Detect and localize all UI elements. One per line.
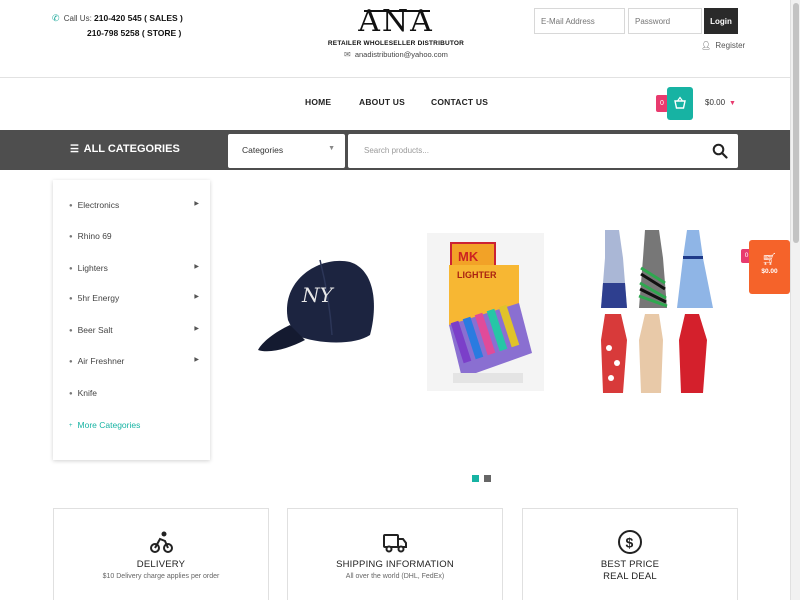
- delivery-icon: [150, 531, 173, 553]
- plus-icon: +: [69, 423, 73, 429]
- sidebar-item-rhino-69[interactable]: ● Rhino 69: [69, 231, 201, 247]
- product-image-lighters[interactable]: MK LIGHTER: [427, 233, 544, 391]
- search-input[interactable]: Search products...: [364, 146, 429, 155]
- feature-best-price: $ BEST PRICE REAL DEAL: [522, 508, 738, 600]
- user-icon: 👤︎: [701, 41, 712, 50]
- contact-phones: ✆ Call Us: 210-420 545 ( SALES ) 210-798…: [52, 11, 183, 41]
- product-image-cap[interactable]: NY: [250, 250, 380, 365]
- phone-icon: ✆: [52, 13, 60, 23]
- search-box[interactable]: Search products...: [348, 134, 738, 168]
- bullet-icon: ●: [69, 391, 73, 397]
- truck-icon: [383, 534, 407, 553]
- login-button[interactable]: Login: [704, 8, 738, 34]
- cart-icon: 🛒︎: [761, 252, 778, 266]
- email-field[interactable]: [534, 8, 625, 34]
- chevron-right-icon: ▶: [194, 294, 199, 300]
- feature-delivery: DELIVERY $10 Delivery charge applies per…: [53, 508, 269, 600]
- logo-tagline: RETAILER WHOLESELLER DISTRIBUTOR: [327, 40, 465, 47]
- svg-text:NY: NY: [301, 283, 335, 307]
- more-categories-label: More Categories: [77, 420, 141, 430]
- chevron-right-icon: ▶: [194, 264, 199, 270]
- feature-title: DELIVERY: [136, 559, 186, 570]
- bullet-icon: ●: [69, 234, 73, 240]
- all-categories-button[interactable]: ☰ ALL CATEGORIES: [70, 143, 180, 155]
- sidebar-item-knife[interactable]: ● Knife: [69, 388, 201, 404]
- svg-text:LIGHTER: LIGHTER: [457, 270, 497, 280]
- dollar-icon: $: [618, 530, 642, 554]
- sidebar-item-lighters[interactable]: ● Lighters ▶: [69, 263, 201, 279]
- sidebar-more-categories[interactable]: + More Categories: [69, 420, 201, 436]
- bullet-icon: ●: [69, 266, 73, 272]
- nav-home[interactable]: HOME: [305, 97, 331, 107]
- category-sidebar: ● Electronics ▶ ● Rhino 69 ● Lighters ▶ ● 5hr …: [53, 180, 210, 460]
- svg-text:MK: MK: [458, 249, 479, 264]
- slider-pagination: [472, 469, 496, 487]
- page-scrollbar[interactable]: [790, 0, 800, 600]
- sidebar-item-electronics[interactable]: ● Electronics ▶: [69, 200, 201, 216]
- nav-contact-us[interactable]: CONTACT US: [431, 97, 488, 107]
- register-link[interactable]: 👤︎ Register: [701, 41, 745, 50]
- bullet-icon: ●: [69, 296, 73, 302]
- scrollbar-thumb[interactable]: [793, 3, 799, 243]
- phone-store: 210-798 5258 ( STORE ): [87, 28, 182, 38]
- sidebar-item-air-freshner[interactable]: ● Air Freshner ▶: [69, 356, 201, 372]
- register-label: Register: [715, 41, 746, 50]
- sidebar-item-beer-salt[interactable]: ● Beer Salt ▶: [69, 325, 201, 341]
- cart-total[interactable]: $0.00 ▼: [705, 98, 736, 107]
- sidebar-item-label: Air Freshner: [77, 356, 125, 366]
- chevron-right-icon: ▶: [194, 326, 199, 332]
- sidebar-item-label: 5hr Energy: [77, 293, 120, 303]
- feature-title: SHIPPING INFORMATION: [336, 559, 454, 570]
- feature-subtitle: $10 Delivery charge applies per order: [102, 573, 220, 580]
- chevron-right-icon: ▶: [194, 357, 199, 363]
- slider-dot[interactable]: [484, 475, 491, 482]
- main-nav: HOME ABOUT US CONTACT US 0 $0.00 ▼: [0, 78, 790, 130]
- phone-sales: 210-420 545 ( SALES ): [94, 13, 183, 23]
- sidebar-item-label: Beer Salt: [77, 325, 113, 335]
- feature-title: BEST PRICE REAL DEAL: [600, 559, 660, 582]
- chevron-right-icon: ▶: [194, 201, 199, 207]
- feature-shipping: SHIPPING INFORMATION All over the world …: [287, 508, 503, 600]
- password-field[interactable]: [628, 8, 702, 34]
- floating-cart-total: $0.00: [761, 268, 778, 275]
- nav-about-us[interactable]: ABOUT US: [359, 97, 405, 107]
- category-select-value: Categories: [242, 145, 284, 155]
- all-categories-label: ALL CATEGORIES: [83, 143, 180, 155]
- mail-icon: ✉: [344, 50, 351, 59]
- menu-bars-icon: ☰: [70, 144, 79, 155]
- slider-dot-active[interactable]: [472, 475, 479, 482]
- call-label: Call Us:: [63, 14, 92, 23]
- chevron-down-icon: ▼: [729, 100, 736, 107]
- bullet-icon: ●: [69, 328, 73, 334]
- site-logo[interactable]: ANA RETAILER WHOLESELLER DISTRIBUTOR ✉ a…: [326, 4, 466, 60]
- sidebar-item-label: Lighters: [77, 263, 108, 273]
- cart-total-value: $0.00: [705, 98, 726, 107]
- bullet-icon: ●: [69, 203, 73, 209]
- sidebar-item-label: Rhino 69: [77, 231, 112, 241]
- top-header: ✆ Call Us: 210-420 545 ( SALES ) 210-798…: [0, 0, 790, 78]
- product-image-dresses[interactable]: [597, 228, 717, 396]
- logo-mark: ANA: [358, 4, 434, 39]
- search-icon[interactable]: [712, 143, 728, 159]
- sidebar-item-label: Knife: [77, 388, 97, 398]
- floating-cart-button[interactable]: 🛒︎ $0.00: [749, 240, 790, 294]
- svg-text:$: $: [626, 535, 634, 551]
- category-select[interactable]: Categories ▼: [228, 134, 345, 168]
- basket-icon[interactable]: [667, 87, 693, 120]
- bullet-icon: ●: [69, 359, 73, 365]
- sidebar-item-5hr-energy[interactable]: ● 5hr Energy ▶: [69, 293, 201, 309]
- contact-email: anadistribution@yahoo.com: [354, 50, 448, 59]
- chevron-down-icon: ▼: [328, 145, 335, 152]
- sidebar-item-label: Electronics: [77, 200, 120, 210]
- feature-subtitle: All over the world (DHL, FedEx): [345, 573, 445, 580]
